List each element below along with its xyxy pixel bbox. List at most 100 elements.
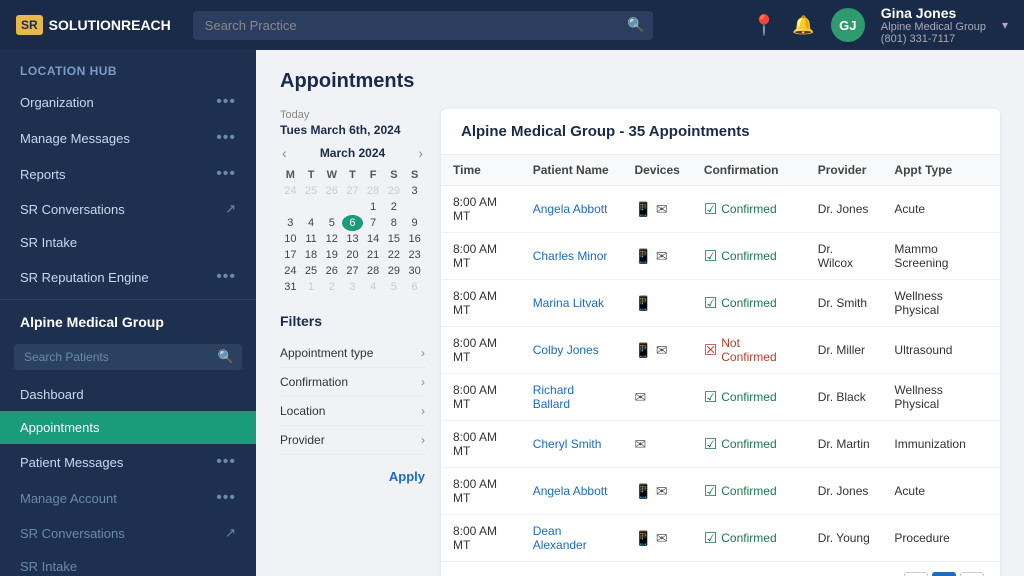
calendar-day[interactable]: 15 bbox=[384, 231, 405, 247]
filter-location[interactable]: Location › bbox=[280, 397, 425, 426]
calendar-day[interactable]: 27 bbox=[342, 183, 363, 199]
patient-link[interactable]: Angela Abbott bbox=[533, 484, 608, 498]
calendar-day[interactable]: 13 bbox=[342, 231, 363, 247]
calendar-day[interactable]: 18 bbox=[301, 247, 322, 263]
location-pin-icon[interactable]: 📍 bbox=[751, 13, 776, 38]
calendar-day[interactable]: 30 bbox=[404, 263, 425, 279]
cell-patient[interactable]: Charles Minor bbox=[521, 233, 623, 280]
calendar-day[interactable]: 28 bbox=[363, 183, 384, 199]
cell-patient[interactable]: Marina Litvak bbox=[521, 280, 623, 327]
patient-link[interactable]: Dean Alexander bbox=[533, 524, 587, 552]
calendar-day[interactable]: 3 bbox=[280, 215, 301, 231]
sidebar-item-manage-messages[interactable]: Manage Messages ••• bbox=[0, 120, 256, 156]
calendar-day[interactable]: 17 bbox=[280, 247, 301, 263]
calendar-day[interactable] bbox=[280, 199, 301, 215]
filter-provider[interactable]: Provider › bbox=[280, 426, 425, 455]
calendar-day[interactable]: 4 bbox=[301, 215, 322, 231]
sidebar-item-dashboard[interactable]: Dashboard bbox=[0, 378, 256, 411]
sidebar-item-sr-intake-sub[interactable]: SR Intake bbox=[0, 550, 256, 576]
calendar-day[interactable]: 21 bbox=[363, 247, 384, 263]
search-patients-input[interactable] bbox=[14, 344, 242, 370]
calendar-day[interactable]: 22 bbox=[384, 247, 405, 263]
sidebar-item-sr-intake[interactable]: SR Intake bbox=[0, 226, 256, 259]
patient-link[interactable]: Marina Litvak bbox=[533, 296, 604, 310]
patient-link[interactable]: Cheryl Smith bbox=[533, 437, 602, 451]
filter-appointment-type[interactable]: Appointment type › bbox=[280, 339, 425, 368]
table-row: 8:00 AM MTAngela Abbott📱✉☑ ConfirmedDr. … bbox=[441, 468, 1000, 515]
sidebar-item-sr-conversations[interactable]: SR Conversations ↗ bbox=[0, 192, 256, 226]
sidebar-item-patient-messages[interactable]: Patient Messages ••• bbox=[0, 444, 256, 480]
calendar-day[interactable]: 8 bbox=[384, 215, 405, 231]
external-link-icon: ↗ bbox=[225, 525, 236, 541]
calendar-day[interactable]: 2 bbox=[384, 199, 405, 215]
calendar-day[interactable]: 12 bbox=[321, 231, 342, 247]
bell-icon[interactable]: 🔔 bbox=[792, 15, 814, 36]
calendar-day[interactable]: 26 bbox=[321, 183, 342, 199]
calendar-day[interactable]: 2 bbox=[321, 279, 342, 295]
cell-patient[interactable]: Cheryl Smith bbox=[521, 421, 623, 468]
sidebar-item-sr-reputation[interactable]: SR Reputation Engine ••• bbox=[0, 259, 256, 295]
table-title: Alpine Medical Group - 35 Appointments bbox=[461, 123, 750, 140]
calendar-day[interactable]: 7 bbox=[363, 215, 384, 231]
calendar-day[interactable]: 16 bbox=[404, 231, 425, 247]
sidebar-item-reports[interactable]: Reports ••• bbox=[0, 156, 256, 192]
page-1-button[interactable]: 1 bbox=[932, 572, 956, 576]
cell-patient[interactable]: Angela Abbott bbox=[521, 468, 623, 515]
cal-next-button[interactable]: › bbox=[416, 145, 425, 161]
cell-patient[interactable]: Colby Jones bbox=[521, 327, 623, 374]
calendar-day[interactable]: 31 bbox=[280, 279, 301, 295]
calendar-day[interactable]: 29 bbox=[384, 183, 405, 199]
avatar[interactable]: GJ bbox=[831, 8, 865, 42]
cell-patient[interactable]: Dean Alexander bbox=[521, 515, 623, 562]
calendar-day[interactable]: 27 bbox=[342, 263, 363, 279]
calendar-day[interactable]: 1 bbox=[301, 279, 322, 295]
cell-patient[interactable]: Richard Ballard bbox=[521, 374, 623, 421]
cal-day-f: F bbox=[363, 167, 384, 183]
page-next-button[interactable]: › bbox=[960, 572, 984, 576]
sidebar-item-organization[interactable]: Organization ••• bbox=[0, 84, 256, 120]
calendar-day[interactable]: 25 bbox=[301, 263, 322, 279]
sidebar-group-label: Alpine Medical Group bbox=[0, 304, 256, 336]
calendar-day[interactable]: 11 bbox=[301, 231, 322, 247]
calendar-day[interactable]: 28 bbox=[363, 263, 384, 279]
calendar-day[interactable]: 24 bbox=[280, 263, 301, 279]
calendar-day[interactable]: 23 bbox=[404, 247, 425, 263]
sidebar-item-appointments[interactable]: Appointments bbox=[0, 411, 256, 444]
calendar-day[interactable]: 5 bbox=[384, 279, 405, 295]
calendar-day[interactable]: 10 bbox=[280, 231, 301, 247]
calendar-day[interactable] bbox=[342, 199, 363, 215]
calendar-day[interactable] bbox=[301, 199, 322, 215]
calendar-day[interactable] bbox=[321, 199, 342, 215]
cell-provider: Dr. Miller bbox=[806, 327, 883, 374]
calendar-day[interactable]: 4 bbox=[363, 279, 384, 295]
patient-link[interactable]: Colby Jones bbox=[533, 343, 599, 357]
calendar-day[interactable]: 14 bbox=[363, 231, 384, 247]
calendar-day[interactable]: 5 bbox=[321, 215, 342, 231]
filter-confirmation[interactable]: Confirmation › bbox=[280, 368, 425, 397]
calendar-day[interactable]: 6 bbox=[342, 215, 363, 231]
sidebar-item-sr-conversations-sub[interactable]: SR Conversations ↗ bbox=[0, 516, 256, 550]
apply-filters-button[interactable]: Apply bbox=[389, 469, 425, 484]
patient-link[interactable]: Angela Abbott bbox=[533, 202, 608, 216]
calendar-day[interactable]: 29 bbox=[384, 263, 405, 279]
calendar-day[interactable]: 3 bbox=[404, 183, 425, 199]
cell-patient[interactable]: Angela Abbott bbox=[521, 186, 623, 233]
page-prev-button[interactable]: ‹ bbox=[904, 572, 928, 576]
calendar-day[interactable]: 6 bbox=[404, 279, 425, 295]
calendar-day[interactable] bbox=[404, 199, 425, 215]
calendar-day[interactable]: 26 bbox=[321, 263, 342, 279]
patient-link[interactable]: Richard Ballard bbox=[533, 383, 574, 411]
cal-prev-button[interactable]: ‹ bbox=[280, 145, 289, 161]
search-input[interactable] bbox=[193, 11, 653, 40]
calendar-day[interactable]: 1 bbox=[363, 199, 384, 215]
calendar-day[interactable]: 3 bbox=[342, 279, 363, 295]
chevron-down-icon[interactable]: ▾ bbox=[1002, 18, 1008, 32]
calendar-day[interactable]: 25 bbox=[301, 183, 322, 199]
calendar-day[interactable]: 20 bbox=[342, 247, 363, 263]
sidebar-item-manage-account[interactable]: Manage Account ••• bbox=[0, 480, 256, 516]
main-layout: LOCATION HUB Organization ••• Manage Mes… bbox=[0, 50, 1024, 576]
calendar-day[interactable]: 19 bbox=[321, 247, 342, 263]
patient-link[interactable]: Charles Minor bbox=[533, 249, 608, 263]
calendar-day[interactable]: 9 bbox=[404, 215, 425, 231]
calendar-day[interactable]: 24 bbox=[280, 183, 301, 199]
